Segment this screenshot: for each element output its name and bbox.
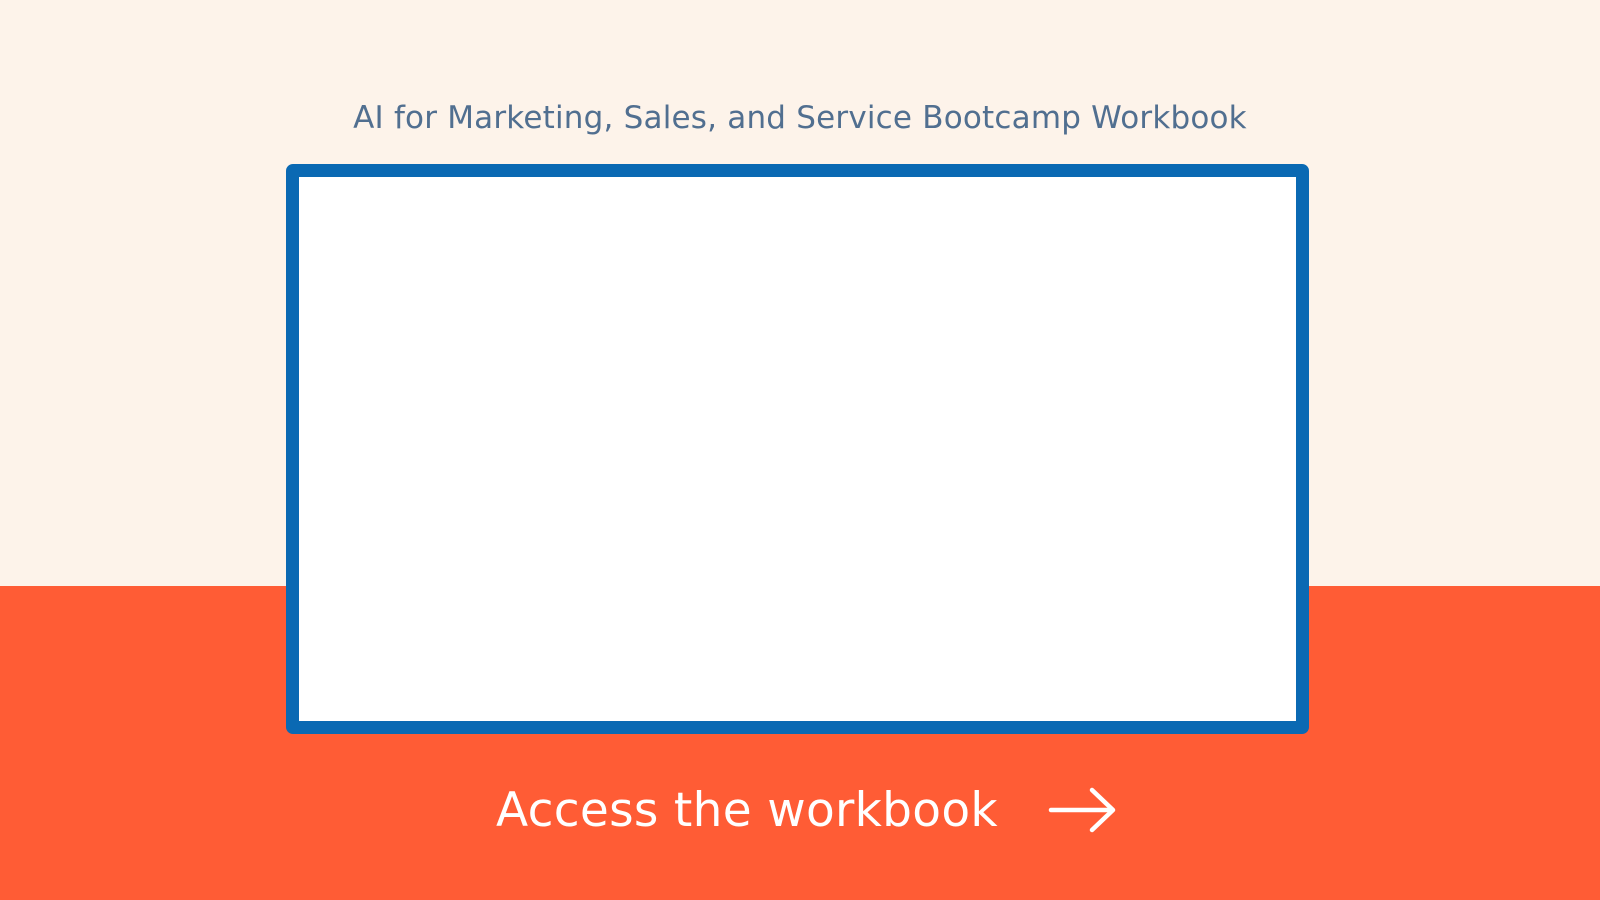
access-workbook-label: Access the workbook: [496, 782, 998, 838]
page-title: AI for Marketing, Sales, and Service Boo…: [353, 100, 1247, 136]
access-workbook-link[interactable]: Access the workbook: [496, 774, 1118, 846]
workbook-preview-frame[interactable]: [286, 164, 1309, 734]
arrow-right-icon: [1048, 786, 1118, 834]
